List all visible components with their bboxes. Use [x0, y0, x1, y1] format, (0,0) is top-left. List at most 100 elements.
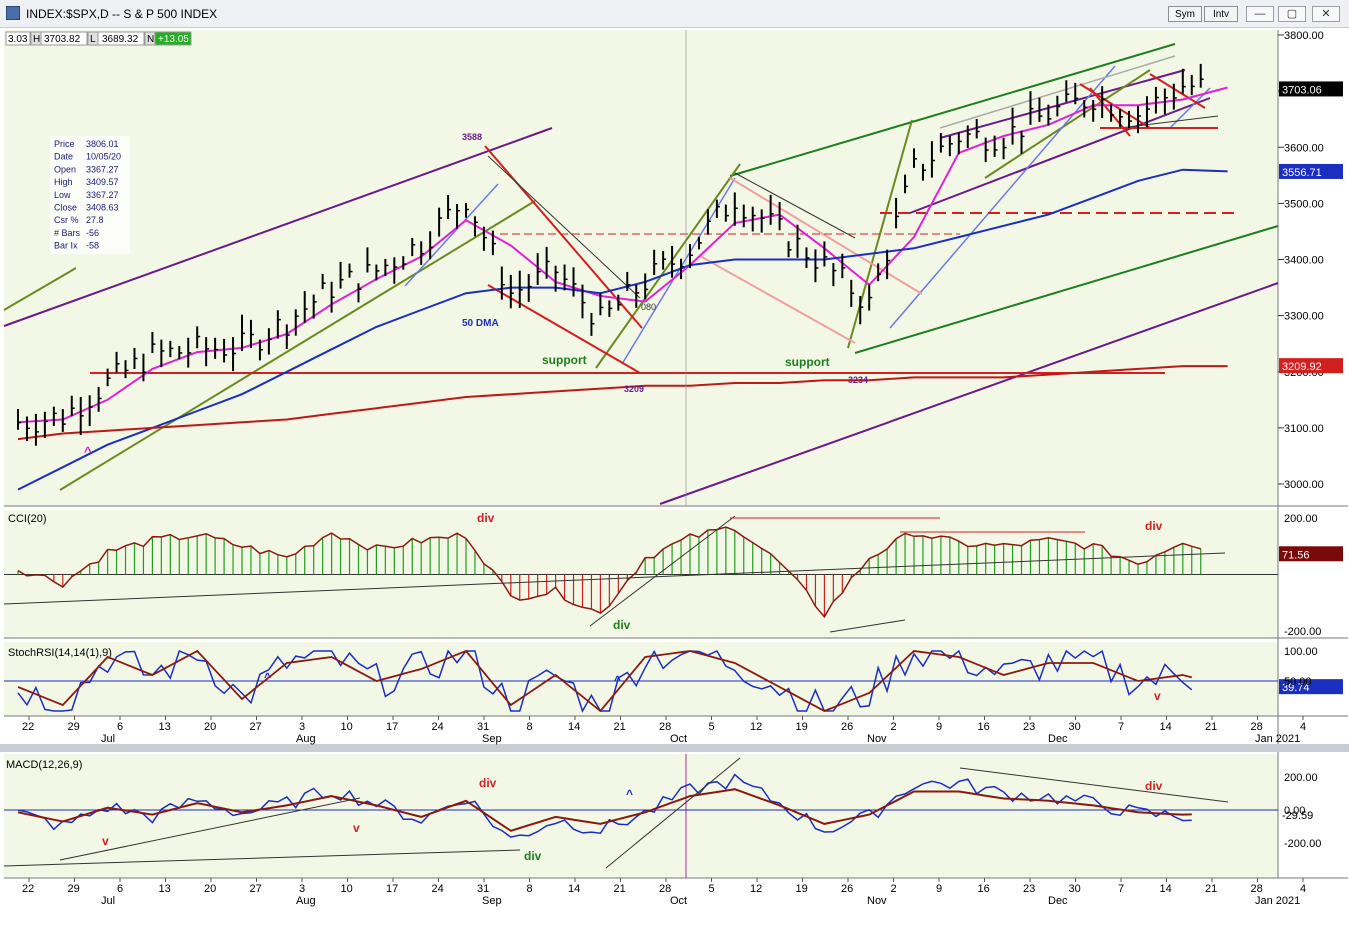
x-day-tick: 8	[527, 721, 533, 733]
macd-div-3: div	[1145, 779, 1163, 793]
ohlc-header: 3.03 H 3703.82 L 3689.32 N +13.05	[5, 31, 192, 46]
window-title-bar: INDEX:$SPX,D -- S & P 500 INDEX Sym Intv…	[0, 0, 1349, 28]
x-day-tick: 22	[22, 883, 34, 895]
x-day-tick: 27	[250, 721, 262, 733]
sym-button[interactable]: Sym	[1168, 6, 1202, 22]
close-button[interactable]: ✕	[1312, 6, 1340, 22]
stoch-y-tick: 50.00	[1284, 676, 1312, 688]
caret-label: ^	[84, 444, 92, 459]
info-label: Close	[54, 203, 77, 213]
x-day-tick: 10	[341, 721, 353, 733]
x-month-label: Jan 2021	[1255, 733, 1300, 745]
x-day-tick: 27	[250, 883, 262, 895]
x-day-tick: 5	[709, 883, 715, 895]
cci-div-1: div	[477, 511, 495, 525]
x-day-tick: 6	[117, 721, 123, 733]
app-icon	[6, 6, 20, 20]
cci-div-3: div	[1145, 519, 1163, 533]
price-y-tick: 3000.00	[1284, 479, 1324, 491]
stoch-up-2: ^	[614, 673, 621, 687]
x-day-tick: 8	[527, 883, 533, 895]
price-y-tick: 3100.00	[1284, 423, 1324, 435]
info-value: 27.8	[86, 215, 104, 225]
support-label-2: support	[785, 355, 830, 369]
macd-y-tick: 200.00	[1284, 772, 1318, 784]
minimize-button[interactable]: —	[1246, 6, 1274, 22]
x-day-tick: 19	[796, 721, 808, 733]
info-value: 10/05/20	[86, 152, 121, 162]
dma50-label: 50 DMA	[462, 318, 499, 329]
cci-div-2: div	[613, 618, 631, 632]
x-day-tick: 21	[614, 883, 626, 895]
x-day-tick: 4	[1300, 883, 1306, 895]
net-value: +13.05	[158, 34, 189, 45]
x-day-tick: 6	[117, 883, 123, 895]
support-label-1: support	[542, 353, 587, 367]
info-label: Csr %	[54, 215, 79, 225]
label-3588: 3588	[462, 132, 482, 142]
macd-v-1: v	[102, 834, 109, 848]
x-day-tick: 23	[1023, 721, 1035, 733]
price-y-tick: 3600.00	[1284, 142, 1324, 154]
info-label: Bar Ix	[54, 241, 78, 251]
x-day-tick: 24	[432, 883, 444, 895]
x-day-tick: 21	[614, 721, 626, 733]
chart-area: 3.03 H 3703.82 L 3689.32 N +13.05 Price 3…	[0, 30, 1349, 907]
open-value: 3.03	[8, 34, 28, 45]
x-day-tick: 21	[1205, 721, 1217, 733]
x-day-tick: 7	[1118, 721, 1124, 733]
x-day-tick: 7	[1118, 883, 1124, 895]
price-y-tick: 3800.00	[1284, 30, 1324, 42]
stoch-down-1: v	[1154, 689, 1161, 703]
x-day-tick: 16	[978, 721, 990, 733]
restore-button[interactable]: ▢	[1278, 6, 1306, 22]
intv-button[interactable]: Intv	[1204, 6, 1238, 22]
data-info-box: Price 3806.01 Date 10/05/20 Open 3367.27 High 3…	[50, 136, 130, 254]
x-day-tick: 17	[386, 721, 398, 733]
x-day-tick: 4	[1300, 721, 1306, 733]
ma200-label: 3209.92	[1282, 361, 1322, 373]
x-month-label: Nov	[867, 733, 887, 745]
x-day-tick: 9	[936, 883, 942, 895]
x-day-tick: 21	[1205, 883, 1217, 895]
x-day-tick: 9	[936, 721, 942, 733]
macd-up-1: ^	[626, 787, 633, 801]
x-day-tick: 22	[22, 721, 34, 733]
x-month-label: Aug	[296, 895, 316, 907]
cci-y-tick: -200.00	[1284, 626, 1321, 638]
x-day-tick: 20	[204, 883, 216, 895]
label-3209: 3209	[624, 384, 644, 394]
macd-panel-bg	[4, 754, 1278, 878]
price-y-tick: 3500.00	[1284, 198, 1324, 210]
x-day-tick: 13	[159, 883, 171, 895]
macd-div-2: div	[524, 849, 542, 863]
price-y-tick: 3400.00	[1284, 255, 1324, 267]
x-day-tick: 19	[796, 883, 808, 895]
high-label: H	[33, 34, 40, 45]
stoch-y-tick: 100.00	[1284, 646, 1318, 658]
x-day-tick: 5	[709, 721, 715, 733]
x-day-tick: 2	[891, 721, 897, 733]
cci-value-label: 71.56	[1282, 549, 1310, 561]
info-label: Date	[54, 152, 73, 162]
low-value: 3689.32	[102, 34, 139, 45]
x-day-tick: 12	[750, 883, 762, 895]
info-value: 3367.27	[86, 190, 119, 200]
price-panel-bg	[4, 30, 1278, 506]
x-month-label: Jan 2021	[1255, 895, 1300, 907]
info-label: Open	[54, 164, 76, 174]
x-month-label: Oct	[670, 895, 687, 907]
macd-y-tick: -200.00	[1284, 838, 1321, 850]
x-day-tick: 12	[750, 721, 762, 733]
x-day-tick: 14	[568, 721, 580, 733]
x-month-label: Nov	[867, 895, 887, 907]
x-month-label: Aug	[296, 733, 316, 745]
x-day-tick: 14	[1160, 883, 1172, 895]
window-title: INDEX:$SPX,D -- S & P 500 INDEX	[26, 7, 218, 21]
x-day-tick: 26	[841, 883, 853, 895]
x-day-tick: 31	[477, 721, 489, 733]
x-day-tick: 28	[1251, 721, 1263, 733]
x-day-tick: 28	[1251, 883, 1263, 895]
info-value: 3367.27	[86, 164, 119, 174]
price-y-tick: 3300.00	[1284, 311, 1324, 323]
